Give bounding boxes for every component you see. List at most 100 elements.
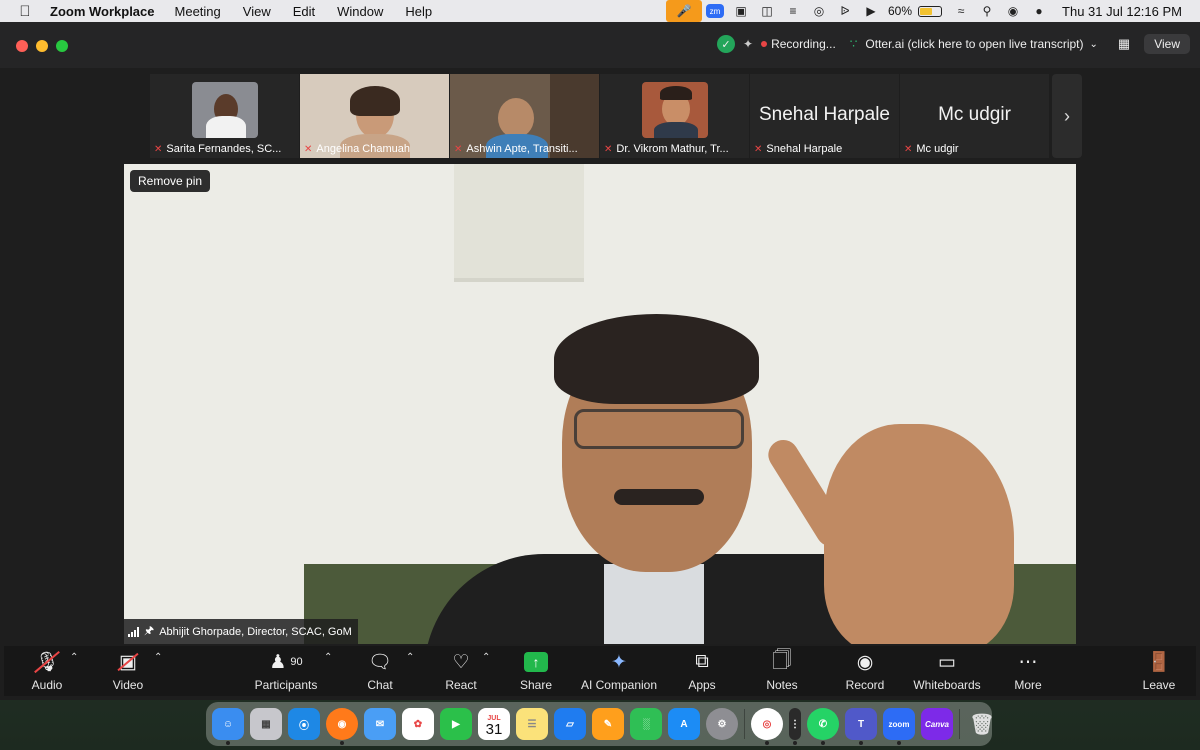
- menu-window[interactable]: Window: [337, 4, 383, 19]
- background-wall-frame: [454, 164, 584, 282]
- teams-icon[interactable]: T: [845, 708, 877, 745]
- more-button[interactable]: ⋯ More: [1010, 650, 1046, 694]
- stage-manager-icon[interactable]: ◫: [754, 0, 780, 22]
- ai-summary-icon[interactable]: ✦: [743, 37, 753, 51]
- chevron-right-icon: ›: [1064, 105, 1070, 126]
- pin-icon: 🖈: [144, 625, 155, 637]
- react-options-caret-icon[interactable]: ⌃: [482, 652, 490, 663]
- participant-photo: [642, 82, 708, 138]
- chat-options-caret-icon[interactable]: ⌃: [406, 652, 414, 663]
- zoom-status-icon[interactable]: zm: [706, 4, 724, 18]
- share-button[interactable]: ↑ Share: [516, 650, 556, 694]
- participant-tile[interactable]: ✕ Angelina Chamuah: [300, 74, 450, 158]
- participants-options-caret-icon[interactable]: ⌃: [324, 652, 332, 663]
- mic-muted-icon: ✕: [754, 143, 763, 155]
- camera-off-icon: ▣: [117, 650, 139, 674]
- audio-button[interactable]: 🎙 Audio: [28, 650, 66, 694]
- title-bar: ✓ ✦ Recording... ∵ Otter.ai (click here …: [0, 22, 1200, 68]
- sliders-icon[interactable]: ≡: [780, 0, 806, 22]
- trash-icon[interactable]: 🗑: [966, 708, 998, 740]
- gallery-grid-icon[interactable]: ▦: [1118, 36, 1130, 52]
- apps-button[interactable]: ⧉ Apps: [686, 650, 718, 694]
- notes-button[interactable]: 🗍 Notes: [764, 650, 800, 694]
- teams-status-icon[interactable]: ▣: [728, 0, 754, 22]
- calendar-icon[interactable]: JUL 31: [478, 708, 510, 740]
- filmstrip-next-button[interactable]: ›: [1052, 74, 1082, 158]
- system-settings-icon[interactable]: ⚙: [706, 708, 738, 740]
- participants-button[interactable]: ♟ 90 Participants: [248, 650, 324, 694]
- airdrop-icon[interactable]: ◎: [806, 0, 832, 22]
- participants-label: Participants: [254, 678, 318, 692]
- photos-icon[interactable]: ✿: [402, 708, 434, 740]
- menubar-clock[interactable]: Thu 31 Jul 12:16 PM: [1062, 4, 1182, 19]
- notes-app-icon[interactable]: ☰: [516, 708, 548, 740]
- otter-transcript-link[interactable]: Otter.ai (click here to open live transc…: [865, 37, 1083, 51]
- numbers-icon[interactable]: ░: [630, 708, 662, 740]
- sparkle-icon: ✦: [611, 651, 627, 673]
- now-playing-icon[interactable]: ▶: [858, 0, 884, 22]
- participant-tile[interactable]: Snehal Harpale ✕ Snehal Harpale: [750, 74, 900, 158]
- menu-app-name[interactable]: Zoom Workplace: [50, 4, 155, 19]
- notes-label: Notes: [766, 678, 798, 692]
- mic-muted-icon: ✕: [154, 143, 163, 155]
- zoom-app-icon[interactable]: zoom: [883, 708, 915, 745]
- utility-app-icon[interactable]: ⋮: [789, 708, 801, 745]
- apple-icon[interactable]: : [0, 3, 50, 20]
- speaker-shirt: [604, 564, 704, 644]
- view-button[interactable]: View: [1144, 34, 1190, 54]
- keynote-icon[interactable]: ▱: [554, 708, 586, 740]
- canva-icon[interactable]: Canva: [921, 708, 953, 740]
- spotlight-search-icon[interactable]: ⚲: [974, 0, 1000, 22]
- siri-icon[interactable]: ●: [1026, 0, 1052, 22]
- participant-tile[interactable]: ✕ Sarita Fernandes, SC...: [150, 74, 300, 158]
- safari-icon[interactable]: ⦿: [288, 708, 320, 740]
- whiteboards-button[interactable]: ▭ Whiteboards: [910, 650, 984, 694]
- mic-in-use-icon[interactable]: 🎤: [666, 0, 702, 22]
- mail-icon[interactable]: ✉: [364, 708, 396, 740]
- menu-view[interactable]: View: [243, 4, 271, 19]
- firefox-icon[interactable]: ◉: [326, 708, 358, 745]
- signal-strength-icon: [128, 626, 139, 637]
- control-center-icon[interactable]: ◉: [1000, 0, 1026, 22]
- leave-door-icon: 🚪: [1147, 652, 1171, 673]
- chrome-icon[interactable]: ◎: [751, 708, 783, 745]
- video-options-caret-icon[interactable]: ⌃: [154, 652, 162, 663]
- speaker-glasses: [574, 409, 744, 449]
- meeting-toolbar: 🎙 Audio ⌃ ▣ Video ⌃ ♟90 Participants ⌃ 🗨…: [4, 646, 1196, 696]
- chevron-down-icon[interactable]: ⌄: [1090, 39, 1098, 50]
- whatsapp-icon[interactable]: ✆: [807, 708, 839, 745]
- battery-icon[interactable]: [918, 5, 943, 17]
- ai-companion-button[interactable]: ✦ AI Companion: [578, 650, 660, 694]
- chat-button[interactable]: 🗨 Chat: [364, 650, 396, 694]
- audio-options-caret-icon[interactable]: ⌃: [70, 652, 78, 663]
- participant-tile[interactable]: ✕ Ashwin Apte, Transiti...: [450, 74, 600, 158]
- app-store-icon[interactable]: A: [668, 708, 700, 740]
- pinned-speaker-video[interactable]: Remove pin 🖈 Abhijit Ghorpade, Director,…: [124, 164, 1076, 644]
- close-window-button[interactable]: [16, 40, 28, 52]
- participant-tile[interactable]: ✕ Dr. Vikrom Mathur, Tr...: [600, 74, 750, 158]
- encryption-shield-icon[interactable]: ✓: [717, 35, 736, 53]
- menu-help[interactable]: Help: [405, 4, 432, 19]
- menu-meeting[interactable]: Meeting: [175, 4, 221, 19]
- launchpad-icon[interactable]: ▦: [250, 708, 282, 740]
- leave-button[interactable]: 🚪 Leave: [1140, 650, 1178, 694]
- participant-name: Snehal Harpale: [766, 143, 843, 155]
- calendar-day: 31: [485, 721, 503, 738]
- facetime-icon[interactable]: ▶: [440, 708, 472, 740]
- apps-grid-icon: ⧉: [695, 651, 709, 672]
- react-button[interactable]: ♡ React: [442, 650, 480, 694]
- pages-icon[interactable]: ✎: [592, 708, 624, 740]
- wifi-icon[interactable]: ≈: [948, 0, 974, 22]
- recording-indicator[interactable]: Recording...: [771, 37, 836, 51]
- bluetooth-icon[interactable]: ᐉ: [832, 0, 858, 22]
- record-button[interactable]: ◉ Record: [844, 650, 886, 694]
- video-button[interactable]: ▣ Video: [108, 650, 148, 694]
- finder-icon[interactable]: ☺: [212, 708, 244, 745]
- microphone-muted-icon: 🎙: [34, 650, 60, 674]
- participant-tile[interactable]: Mc udgir ✕ Mc udgir: [900, 74, 1050, 158]
- more-label: More: [1014, 678, 1042, 692]
- minimize-window-button[interactable]: [36, 40, 48, 52]
- menu-edit[interactable]: Edit: [293, 4, 315, 19]
- remove-pin-button[interactable]: Remove pin: [130, 170, 211, 192]
- fullscreen-window-button[interactable]: [56, 40, 68, 52]
